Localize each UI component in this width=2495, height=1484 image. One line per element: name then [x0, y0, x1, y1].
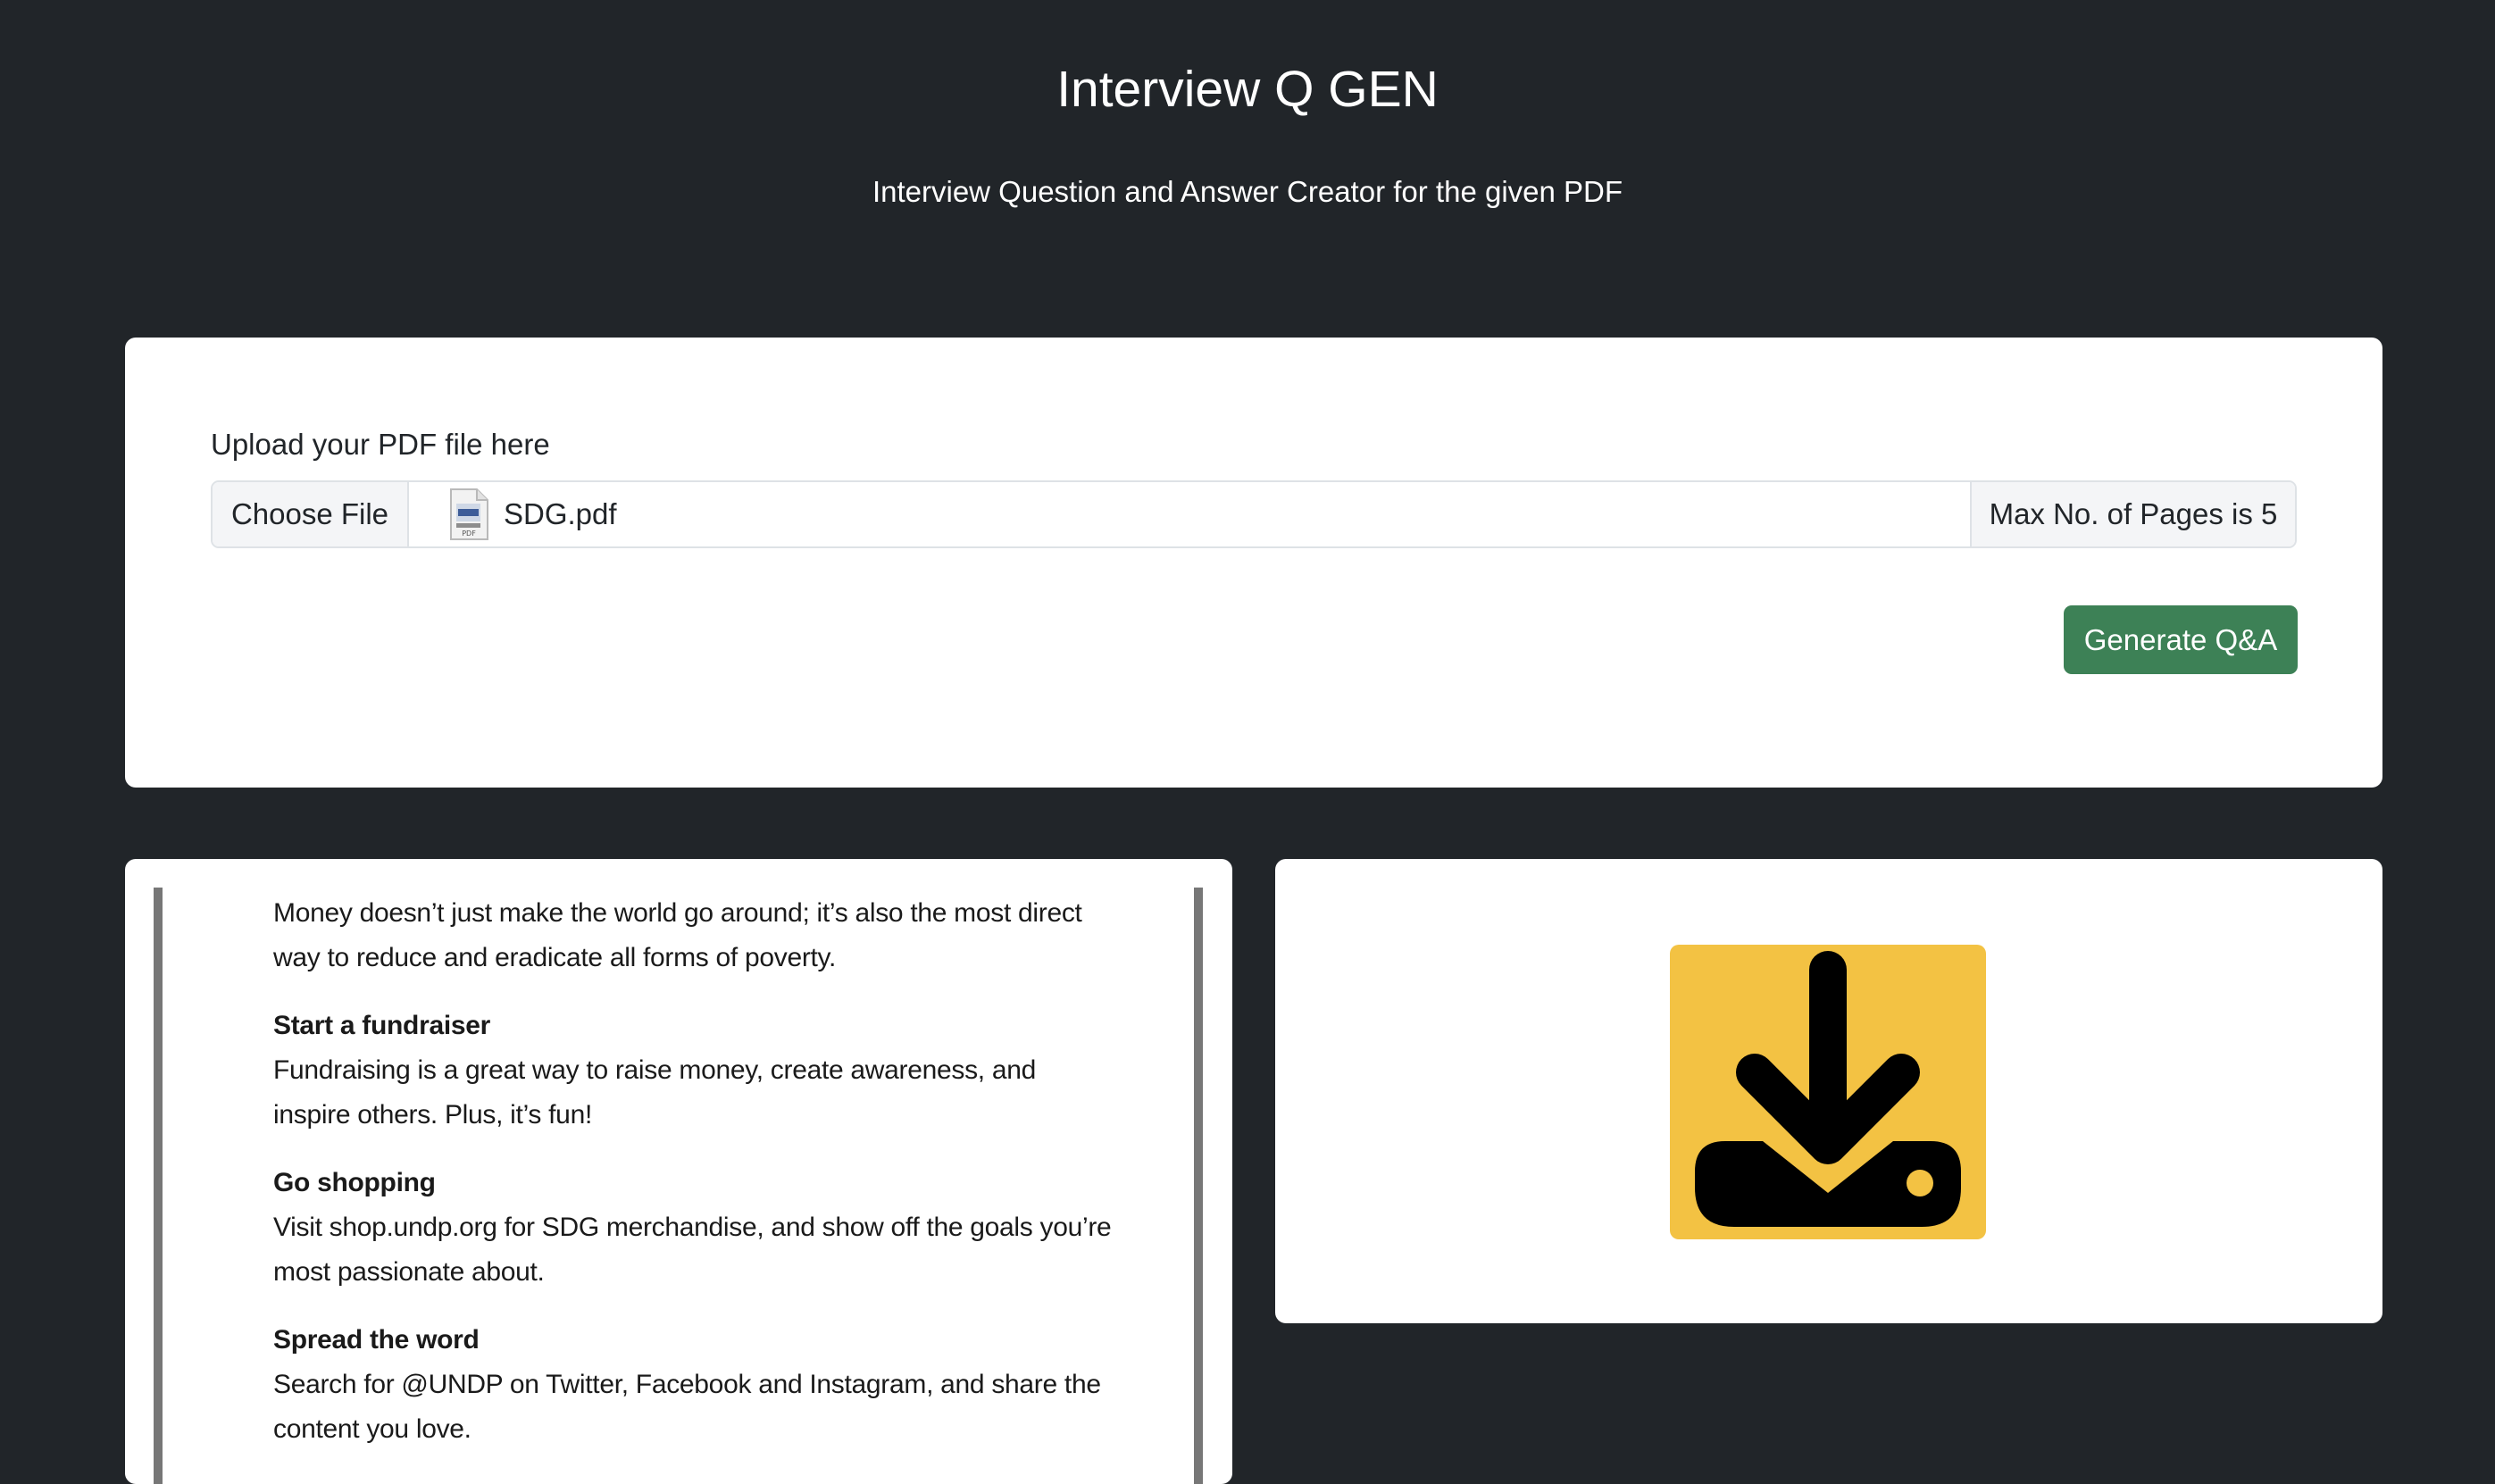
svg-text:PDF: PDF — [462, 529, 476, 538]
choose-file-button[interactable]: Choose File — [213, 482, 409, 546]
pdf-viewer-border-left — [154, 888, 163, 1484]
pdf-section-heading: Spread the word — [273, 1325, 480, 1355]
pdf-section-heading: Go shopping — [273, 1168, 436, 1197]
pdf-viewer-border-right — [1194, 888, 1203, 1484]
app-title: Interview Q GEN — [1056, 61, 1439, 118]
pdf-preview-content: Money doesn’t just make the world go aro… — [273, 891, 1113, 1475]
upload-label: Upload your PDF file here — [211, 428, 550, 461]
pdf-section-body: Fundraising is a great way to raise mone… — [273, 1055, 1037, 1130]
pdf-section: Spread the word Search for @UNDP on Twit… — [273, 1318, 1113, 1452]
pdf-intro-paragraph: Money doesn’t just make the world go aro… — [273, 898, 1082, 972]
app-subtitle: Interview Question and Answer Creator fo… — [872, 175, 1623, 208]
download-icon[interactable] — [1670, 945, 1986, 1244]
file-name-field[interactable]: PDF SDG.pdf — [409, 482, 1970, 546]
upload-card: Upload your PDF file here Choose File PD… — [125, 338, 2382, 788]
pdf-section-body: Visit shop.undp.org for SDG merchandise,… — [273, 1213, 1112, 1287]
pdf-preview-card[interactable]: Money doesn’t just make the world go aro… — [125, 859, 1232, 1484]
pdf-section-heading: Start a fundraiser — [273, 1011, 491, 1040]
file-name: SDG.pdf — [504, 497, 617, 530]
generate-qa-button[interactable]: Generate Q&A — [2064, 605, 2298, 674]
pdf-file-icon: PDF — [448, 488, 489, 541]
file-input-group: Choose File PDF SDG.pdf Max No. of Pages… — [211, 480, 2297, 548]
download-card — [1275, 859, 2382, 1323]
pdf-section: Go shopping Visit shop.undp.org for SDG … — [273, 1161, 1113, 1295]
pdf-section-body: Search for @UNDP on Twitter, Facebook an… — [273, 1370, 1101, 1444]
max-pages-addon: Max No. of Pages is 5 — [1970, 482, 2295, 546]
pdf-section: Start a fundraiser Fundraising is a grea… — [273, 1004, 1113, 1138]
